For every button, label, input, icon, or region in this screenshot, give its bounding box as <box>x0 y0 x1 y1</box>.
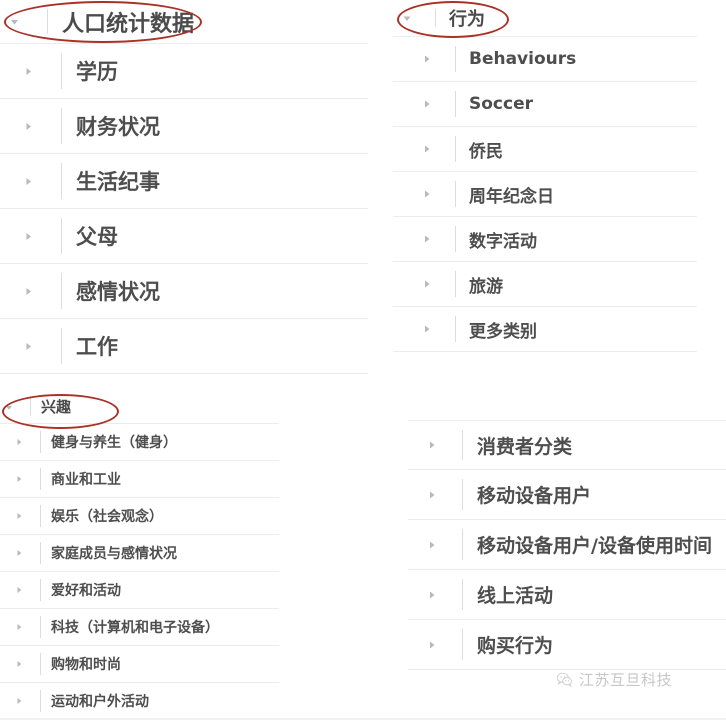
list-item[interactable]: 健身与养生（健身） <box>0 424 279 461</box>
list-item[interactable]: 感情状况 <box>0 264 368 319</box>
list-item[interactable]: 移动设备用户 <box>408 470 726 520</box>
list-item-label: 父母 <box>76 225 118 249</box>
list-item-label: 移动设备用户/设备使用时间 <box>477 535 712 557</box>
list-item-label: 旅游 <box>469 276 503 297</box>
panel-behavior: 行为 Behaviours Soccer 侨民 周年纪念日 数字活动 旅游 更多… <box>393 0 697 356</box>
list-item-label: 线上活动 <box>477 585 554 607</box>
caret-right-icon[interactable] <box>22 340 48 353</box>
list-item-label: 更多类别 <box>469 321 537 342</box>
list-item[interactable]: 更多类别 <box>393 307 697 352</box>
caret-right-icon[interactable] <box>14 548 32 558</box>
panel-header-behavior[interactable]: 行为 <box>393 0 697 37</box>
list-item-label: 消费者分类 <box>477 435 573 458</box>
caret-right-icon[interactable] <box>421 53 443 65</box>
list-item-label: 科技（计算机和电子设备） <box>51 620 219 636</box>
list-item[interactable]: 运动和户外活动 <box>0 683 279 720</box>
list-item-label: 工作 <box>76 335 118 359</box>
list-item[interactable]: 学历 <box>0 44 368 99</box>
list-item[interactable]: 购买行为 <box>408 620 726 670</box>
caret-right-icon[interactable] <box>426 539 448 551</box>
list-item[interactable]: 家庭成员与感情状况 <box>0 535 279 572</box>
list-item-label: 数字活动 <box>469 231 537 252</box>
list-item[interactable]: 工作 <box>0 319 368 374</box>
list-item-label: 侨民 <box>469 141 503 162</box>
panel-header-label: 行为 <box>449 9 485 30</box>
caret-right-icon[interactable] <box>14 696 32 706</box>
watermark: 江苏互旦科技 <box>556 669 672 690</box>
panel-consumer-behavior: 消费者分类 移动设备用户 移动设备用户/设备使用时间 线上活动 购买行为 <box>408 420 726 670</box>
list-item[interactable]: 科技（计算机和电子设备） <box>0 609 279 646</box>
list-item-label: 运动和户外活动 <box>51 694 149 710</box>
caret-right-icon[interactable] <box>426 489 448 501</box>
caret-down-icon[interactable] <box>8 15 34 28</box>
caret-right-icon[interactable] <box>421 323 443 335</box>
caret-right-icon[interactable] <box>421 278 443 290</box>
list-item[interactable]: 旅游 <box>393 262 697 307</box>
list-item[interactable]: 数字活动 <box>393 217 697 262</box>
panel-header-label: 人口统计数据 <box>62 11 195 37</box>
caret-right-icon[interactable] <box>421 188 443 200</box>
caret-down-icon[interactable] <box>401 12 423 24</box>
list-item[interactable]: 父母 <box>0 209 368 264</box>
list-item-label: 娱乐（社会观念） <box>51 509 163 525</box>
list-item[interactable]: 侨民 <box>393 127 697 172</box>
list-item[interactable]: 生活纪事 <box>0 154 368 209</box>
caret-right-icon[interactable] <box>421 143 443 155</box>
panel-header-label: 兴趣 <box>41 398 72 416</box>
panel-header-demographics[interactable]: 人口统计数据 <box>0 0 368 44</box>
caret-right-icon[interactable] <box>426 639 448 651</box>
list-item-label: 健身与养生（健身） <box>51 435 177 451</box>
list-item[interactable]: 移动设备用户/设备使用时间 <box>408 520 726 570</box>
list-item-label: 爱好和活动 <box>51 583 121 599</box>
watermark-text: 江苏互旦科技 <box>579 671 673 689</box>
list-item[interactable]: 财务状况 <box>0 99 368 154</box>
list-item-label: 感情状况 <box>76 280 160 304</box>
caret-right-icon[interactable] <box>14 474 32 484</box>
list-item-label: 家庭成员与感情状况 <box>51 546 177 562</box>
list-item[interactable]: Behaviours <box>393 37 697 82</box>
caret-right-icon[interactable] <box>421 233 443 245</box>
caret-right-icon[interactable] <box>421 98 443 110</box>
list-item-label: 生活纪事 <box>76 170 160 194</box>
caret-right-icon[interactable] <box>14 622 32 632</box>
list-item[interactable]: 消费者分类 <box>408 420 726 470</box>
caret-right-icon[interactable] <box>14 585 32 595</box>
caret-right-icon[interactable] <box>22 285 48 298</box>
list-item[interactable]: 爱好和活动 <box>0 572 279 609</box>
list-item-label: 商业和工业 <box>51 472 121 488</box>
caret-right-icon[interactable] <box>22 65 48 78</box>
panel-demographics: 人口统计数据 学历 财务状况 生活纪事 父母 感情状况 工作 <box>0 0 368 374</box>
list-item[interactable]: 线上活动 <box>408 570 726 620</box>
list-item[interactable]: 购物和时尚 <box>0 646 279 683</box>
list-item-label: 购买行为 <box>477 635 554 657</box>
caret-right-icon[interactable] <box>22 175 48 188</box>
list-item-label: 周年纪念日 <box>469 186 554 207</box>
caret-right-icon[interactable] <box>22 230 48 243</box>
panel-interests: 兴趣 健身与养生（健身） 商业和工业 娱乐（社会观念） 家庭成员与感情状况 爱好 <box>0 390 279 720</box>
caret-right-icon[interactable] <box>14 437 32 447</box>
list-item[interactable]: 商业和工业 <box>0 461 279 498</box>
list-item-label: Behaviours <box>469 49 577 69</box>
wechat-logo-icon <box>556 671 573 688</box>
list-item-label: 财务状况 <box>76 115 160 139</box>
caret-right-icon[interactable] <box>22 120 48 133</box>
caret-right-icon[interactable] <box>14 659 32 669</box>
list-item-label: 购物和时尚 <box>51 657 121 673</box>
list-item-label: 移动设备用户 <box>477 485 592 507</box>
caret-down-icon[interactable] <box>4 402 22 412</box>
list-item[interactable]: 周年纪念日 <box>393 172 697 217</box>
list-item-label: Soccer <box>469 94 533 114</box>
caret-right-icon[interactable] <box>14 511 32 521</box>
caret-right-icon[interactable] <box>426 439 448 451</box>
list-item[interactable]: 娱乐（社会观念） <box>0 498 279 535</box>
list-item-label: 学历 <box>76 60 118 84</box>
list-item[interactable]: Soccer <box>393 82 697 127</box>
caret-right-icon[interactable] <box>426 589 448 601</box>
panel-header-interests[interactable]: 兴趣 <box>0 390 279 424</box>
